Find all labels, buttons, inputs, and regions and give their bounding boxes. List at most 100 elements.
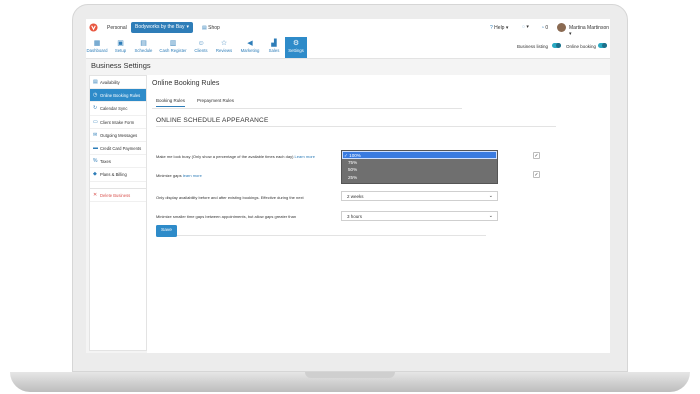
user-name: Martina Martinson: [569, 25, 610, 31]
message-icon: ✉: [93, 131, 98, 138]
chevron-down-icon: ▾: [186, 24, 189, 30]
nav-label: Cash Register: [159, 48, 187, 53]
trash-icon: ✕: [93, 191, 98, 198]
listbox-option[interactable]: 75%: [342, 159, 497, 167]
help-menu[interactable]: ? Help ▾: [490, 25, 508, 31]
busy-learn-more-link[interactable]: Learn more: [295, 154, 315, 159]
messages-menu[interactable]: ◌ ▾: [522, 24, 529, 30]
sidebar-item-calendar-sync[interactable]: ↻ Calendar Sync: [90, 102, 146, 116]
nav-schedule[interactable]: ▤ Schedule: [133, 37, 154, 58]
sidebar-item-client-intake-form[interactable]: ▭ Client Intake Form: [90, 116, 146, 129]
shop-label: Shop: [208, 25, 220, 31]
page-title: Business Settings: [91, 61, 151, 70]
nav-cash-register[interactable]: ▥ Cash Register: [158, 37, 188, 58]
nav-marketing[interactable]: ◀ Marketing: [238, 37, 262, 58]
busy-row-label: Make me look busy (Only show a percentag…: [156, 154, 315, 159]
gaps-checkbox[interactable]: ✓: [533, 171, 540, 178]
business-listing-label: Business listing: [517, 44, 549, 49]
listbox-option-selected[interactable]: ✓ 100%: [342, 151, 497, 159]
chevron-down-icon: ⌄: [488, 193, 493, 199]
sidebar-item-label: Credit Card Payments: [100, 145, 142, 151]
nav-dashboard[interactable]: ▦ Dashboard: [86, 37, 108, 58]
nav-settings[interactable]: ⚙ Settings: [285, 37, 307, 58]
help-icon: ?: [490, 25, 493, 31]
personal-link[interactable]: Personal: [107, 25, 127, 31]
busy-label: Make me look busy (Only show a percentag…: [156, 154, 294, 159]
dashboard-icon: ▦: [93, 40, 101, 47]
nav-label: Clients: [194, 48, 208, 53]
sidebar-item-label: Calendar Sync: [100, 106, 128, 112]
notifications-button[interactable]: ◔ 0: [541, 25, 548, 31]
help-label: Help: [494, 25, 505, 31]
megaphone-icon: ◀: [247, 40, 253, 47]
main-nav: ▦ Dashboard ▣ Setup ▤ Schedule ▥ Cash Re…: [86, 37, 610, 59]
listbox-option[interactable]: 50%: [342, 166, 497, 174]
smaller-gaps-select[interactable]: 3 hours ⌄: [341, 211, 498, 221]
tab-bar: Booking Rules Prepayment Rules: [152, 96, 462, 109]
sidebar-item-credit-card-payments[interactable]: ▬ Credit Card Payments: [90, 142, 146, 156]
nav-clients[interactable]: ☺ Clients: [192, 37, 210, 58]
setup-icon: ▣: [117, 40, 124, 47]
sidebar-item-online-booking-rules[interactable]: ◷ Online Booking Rules: [90, 89, 146, 103]
section-heading: Online Booking Rules: [152, 80, 220, 87]
calendar-icon: ▤: [140, 40, 147, 47]
save-button[interactable]: Save: [156, 225, 177, 237]
gaps-row-label: Minimize gaps learn more: [156, 173, 202, 178]
register-icon: ▥: [169, 40, 177, 47]
nav-sales[interactable]: ▟ Sales: [266, 37, 282, 58]
shop-link[interactable]: ▤ Shop: [202, 25, 220, 31]
business-select-label: Bodyworks by the Bay: [135, 24, 185, 30]
tab-prepayment-rules[interactable]: Prepayment Rules: [197, 98, 234, 106]
smaller-gaps-label: Minimize smaller time gaps between appoi…: [156, 214, 297, 219]
gaps-learn-more-link[interactable]: learn more: [183, 173, 202, 178]
credit-card-icon: ▬: [93, 144, 98, 151]
sidebar-item-availability[interactable]: ▤ Availability: [90, 76, 146, 90]
tab-booking-rules[interactable]: Booking Rules: [156, 98, 186, 107]
avatar[interactable]: [557, 23, 566, 32]
listbox-option[interactable]: 25%: [342, 174, 497, 182]
nav-label: Reviews: [215, 48, 233, 53]
gear-icon: ⚙: [292, 40, 300, 47]
sidebar-item-label: Availability: [100, 80, 120, 85]
clients-icon: ☺: [197, 40, 205, 47]
sidebar-item-label: Plans & Billing: [100, 172, 127, 178]
nav-label: Settings: [288, 48, 304, 53]
brand-logo-icon[interactable]: [89, 23, 98, 32]
business-listing-toggle[interactable]: [552, 43, 561, 48]
form-icon: ▭: [93, 118, 98, 125]
delay-select-value: 2 weeks: [347, 194, 364, 199]
app-screen: Personal Bodyworks by the Bay ▾ ▤ Shop ?…: [86, 19, 610, 353]
gaps-label: Minimize gaps: [156, 173, 182, 178]
delay-label: Only display availability before and aft…: [156, 195, 304, 200]
sidebar-item-taxes[interactable]: % Taxes: [90, 155, 146, 169]
smaller-gaps-select-value: 3 hours: [347, 214, 363, 219]
chart-icon: ▟: [271, 40, 277, 47]
settings-sidebar: ▤ Availability ◷ Online Booking Rules ↻ …: [89, 75, 147, 351]
nav-label: Setup: [114, 48, 127, 53]
busy-percentage-listbox[interactable]: ✓ 100% 75% 50% 25%: [341, 150, 498, 184]
busy-checkbox[interactable]: ✓: [533, 152, 540, 159]
sidebar-item-plans-billing[interactable]: ◆ Plans & Billing: [90, 168, 146, 182]
nav-setup[interactable]: ▣ Setup: [112, 37, 129, 58]
delay-select[interactable]: 2 weeks ⌄: [341, 191, 498, 201]
sidebar-item-delete-business[interactable]: ✕ Delete Business: [90, 189, 146, 202]
nav-label: Dashboard: [86, 48, 108, 53]
schedule-appearance-heading: ONLINE SCHEDULE APPEARANCE: [156, 117, 269, 124]
sidebar-item-label: Taxes: [100, 159, 111, 165]
sidebar-item-label: Online Booking Rules: [100, 93, 141, 99]
sidebar-item-label: Outgoing Messages: [100, 132, 138, 138]
divider: [156, 235, 486, 236]
sidebar-divider: [90, 182, 146, 189]
percent-icon: %: [93, 158, 98, 165]
business-select[interactable]: Bodyworks by the Bay ▾: [131, 22, 193, 33]
laptop-notch: [305, 372, 395, 378]
online-booking-label: Online booking: [566, 44, 597, 49]
calendar-icon: ▤: [93, 79, 98, 85]
top-bar: Personal Bodyworks by the Bay ▾ ▤ Shop ?…: [86, 19, 610, 38]
shop-icon: ▤: [202, 25, 207, 31]
online-booking-toggle[interactable]: [598, 43, 607, 48]
notification-count: 0: [545, 25, 549, 31]
sidebar-item-outgoing-messages[interactable]: ✉ Outgoing Messages: [90, 129, 146, 142]
nav-reviews[interactable]: ☆ Reviews: [214, 37, 234, 58]
user-menu[interactable]: Martina Martinson ▾: [569, 25, 610, 37]
